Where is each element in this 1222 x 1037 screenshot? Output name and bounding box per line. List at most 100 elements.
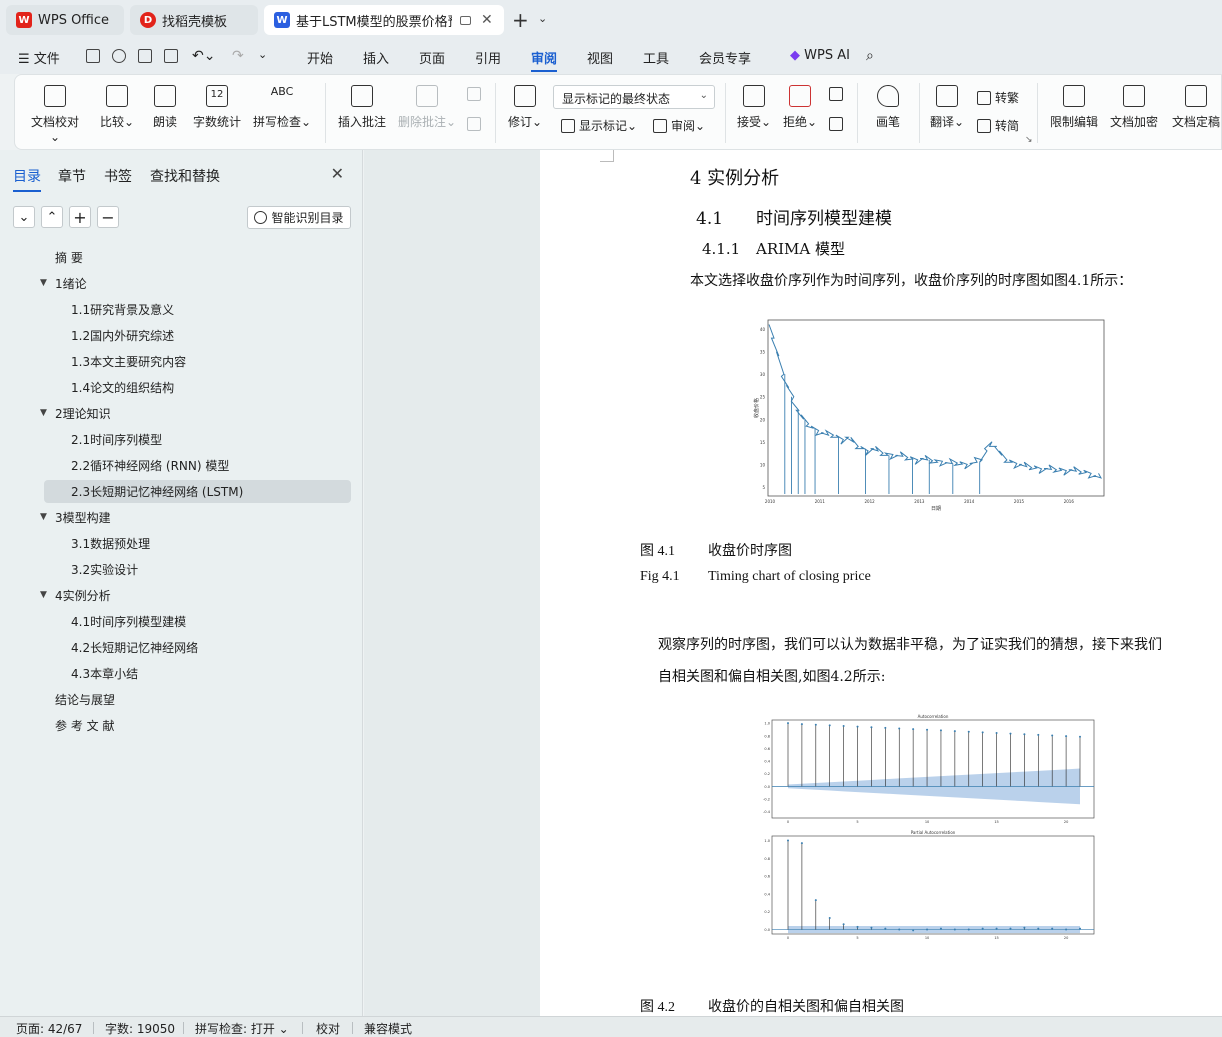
figure-caption-cn: 图 4.2 收盘价的自相关图和偏自相关图 xyxy=(640,996,904,1016)
toc-item[interactable]: 2理论知识 xyxy=(55,402,111,425)
toc-item[interactable]: 2.2循环神经网络 (RNN) 模型 xyxy=(71,454,229,477)
insert-comment-button[interactable]: 插入批注 xyxy=(337,85,387,130)
menu-tools[interactable]: 工具 xyxy=(643,48,669,67)
review-pane-button[interactable]: 审阅 ⌄ xyxy=(653,117,705,134)
tab-wps-office[interactable]: W WPS Office xyxy=(6,5,124,35)
toc-item[interactable]: 4实例分析 xyxy=(55,584,111,607)
toc-item[interactable]: 4.2长短期记忆神经网络 xyxy=(71,636,198,659)
document-page[interactable]: 4 实例分析 4.1 时间序列模型建模 4.1.1 ARIMA 模型 本文选择收盘价… xyxy=(540,150,1222,1016)
markup-state-select[interactable]: 显示标记的最终状态 ⌄ xyxy=(553,85,715,109)
nav-tab-bookmarks[interactable]: 书签 xyxy=(104,166,132,186)
show-markup-button[interactable]: 显示标记 ⌄ xyxy=(561,117,637,134)
toc-item[interactable]: 3.1数据预处理 xyxy=(71,532,150,555)
expand-arrow-icon[interactable]: ▼ xyxy=(40,278,47,288)
finalize-button[interactable]: 文档定稿 xyxy=(1169,85,1222,130)
correlation-point xyxy=(939,927,942,930)
menu-view[interactable]: 视图 xyxy=(587,48,613,67)
toc-item[interactable]: 摘 要 xyxy=(55,246,83,269)
tab-label: 找稻壳模板 xyxy=(162,14,228,30)
file-menu-label: 文件 xyxy=(33,52,60,67)
chevron-down-icon[interactable]: ⌄ xyxy=(538,12,547,25)
menu-member[interactable]: 会员专享 xyxy=(699,48,751,67)
close-tab-icon[interactable]: ✕ xyxy=(481,12,493,28)
prev-comment-icon[interactable] xyxy=(467,87,485,101)
tab-document[interactable]: W 基于LSTM模型的股票价格预测 ✕ xyxy=(264,5,504,35)
next-change-icon[interactable] xyxy=(829,117,847,131)
spell-check-button[interactable]: ABC 拼写检查⌄ xyxy=(251,85,313,130)
smart-toc-button[interactable]: 智能识别目录 xyxy=(247,206,351,229)
toc-item[interactable]: 3模型构建 xyxy=(55,506,111,529)
search-icon[interactable]: ⌕ xyxy=(866,48,874,64)
encrypt-button[interactable]: 文档加密 xyxy=(1109,85,1159,130)
proofread-button[interactable]: 文档校对⌄ xyxy=(29,85,81,144)
menu-page[interactable]: 页面 xyxy=(419,48,445,67)
toc-item[interactable]: 1.2国内外研究综述 xyxy=(71,324,174,347)
expand-arrow-icon[interactable]: ▼ xyxy=(40,512,47,522)
redo-icon[interactable]: ↷ xyxy=(232,48,244,64)
read-aloud-button[interactable]: 朗读 xyxy=(150,85,180,130)
menu-reference[interactable]: 引用 xyxy=(475,48,501,67)
menu-start[interactable]: 开始 xyxy=(307,48,333,67)
toc-item[interactable]: 1.1研究背景及意义 xyxy=(71,298,174,321)
expand-arrow-icon[interactable]: ▼ xyxy=(40,408,47,418)
toc-item[interactable]: 2.3长短期记忆神经网络 (LSTM) xyxy=(44,480,351,503)
print-preview-icon[interactable] xyxy=(164,49,178,63)
undo-icon[interactable]: ↶⌄ xyxy=(192,48,215,64)
to-simplified-button[interactable]: 转简 xyxy=(977,117,1019,134)
nav-tab-find-replace[interactable]: 查找和替换 xyxy=(150,166,220,186)
nav-tab-sections[interactable]: 章节 xyxy=(58,166,86,186)
ribbon-expand-icon[interactable]: ↘ xyxy=(1025,135,1033,145)
monitor-icon[interactable] xyxy=(460,15,471,25)
plot-frame xyxy=(771,719,1095,819)
toc-item[interactable]: 4.3本章小结 xyxy=(71,662,138,685)
share-icon[interactable] xyxy=(112,49,126,63)
proof-indicator[interactable]: 校对 xyxy=(316,1020,340,1037)
menu-insert[interactable]: 插入 xyxy=(363,48,389,67)
next-comment-icon[interactable] xyxy=(467,117,485,131)
print-icon[interactable] xyxy=(138,49,152,63)
to-traditional-button[interactable]: 转繁 xyxy=(977,89,1019,106)
close-icon[interactable]: ✕ xyxy=(331,164,344,183)
collapse-down-button[interactable]: ⌄ xyxy=(13,206,35,228)
delete-comment-button[interactable]: 删除批注⌄ xyxy=(397,85,457,130)
menu-review[interactable]: 审阅 xyxy=(531,48,558,72)
toc-item[interactable]: 1.4论文的组织结构 xyxy=(71,376,174,399)
spell-check-status: 拼写检查: 打开 xyxy=(195,1022,275,1036)
file-menu[interactable]: ☰ 文件 xyxy=(18,48,60,67)
toc-item[interactable]: 3.2实验设计 xyxy=(71,558,138,581)
translate-button[interactable]: 翻译⌄ xyxy=(927,85,967,130)
add-heading-button[interactable]: + xyxy=(69,206,91,228)
wps-ai-button[interactable]: ◆ WPS AI xyxy=(790,48,850,63)
nav-tab-toc[interactable]: 目录 xyxy=(13,166,41,192)
x-tick-label: 20 xyxy=(1064,936,1068,940)
revise-button[interactable]: 修订⌄ xyxy=(505,85,545,130)
quick-access-more-icon[interactable]: ⌄ xyxy=(258,48,267,61)
compare-button[interactable]: 比较⌄ xyxy=(99,85,135,130)
toc-item[interactable]: 1.3本文主要研究内容 xyxy=(71,350,186,373)
spell-check-indicator[interactable]: 拼写检查: 打开 ⌄ xyxy=(195,1020,289,1037)
toc-item[interactable]: 1绪论 xyxy=(55,272,87,295)
page-indicator[interactable]: 页面: 42/67 xyxy=(16,1020,82,1037)
new-tab-icon[interactable]: + xyxy=(512,8,529,32)
word-count-button[interactable]: 12 字数统计 xyxy=(191,85,243,130)
remove-heading-button[interactable]: − xyxy=(97,206,119,228)
correlation-point xyxy=(981,731,984,734)
heading-3-number: 4.1.1 xyxy=(702,240,741,258)
spell-check-label: 拼写检查 xyxy=(252,115,301,129)
accept-button[interactable]: 接受⌄ xyxy=(733,85,775,130)
prev-change-icon[interactable] xyxy=(829,87,847,101)
toc-item[interactable]: 2.1时间序列模型 xyxy=(71,428,162,451)
toc-item[interactable]: 4.1时间序列模型建模 xyxy=(71,610,186,633)
expand-arrow-icon[interactable]: ▼ xyxy=(40,590,47,600)
restrict-edit-button[interactable]: 限制编辑 xyxy=(1049,85,1099,130)
collapse-up-button[interactable]: ⌃ xyxy=(41,206,63,228)
tab-template[interactable]: D 找稻壳模板 xyxy=(130,5,258,35)
toc-item[interactable]: 结论与展望 xyxy=(55,688,115,711)
pen-button[interactable]: 画笔 xyxy=(871,85,905,130)
accept-label: 接受 xyxy=(736,115,761,129)
word-count-indicator[interactable]: 字数: 19050 xyxy=(105,1020,175,1037)
toc-item[interactable]: 参 考 文 献 xyxy=(55,714,114,737)
reject-button[interactable]: 拒绝⌄ xyxy=(779,85,821,130)
save-icon[interactable] xyxy=(86,49,100,63)
y-tick-label: 0.8 xyxy=(764,857,770,861)
